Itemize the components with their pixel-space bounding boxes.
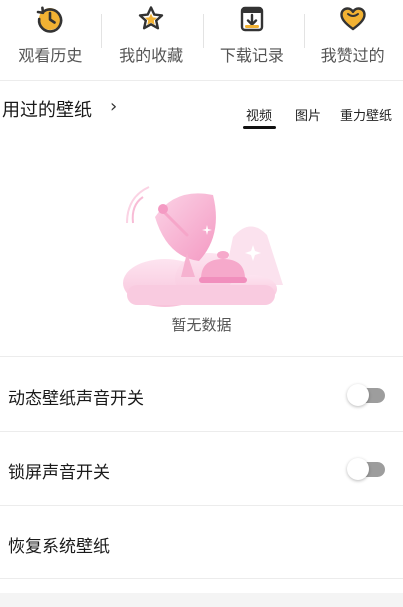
tab-video[interactable]: 视频 [246, 105, 272, 124]
tab-gravity-wallpaper[interactable]: 重力壁纸 [340, 105, 392, 124]
empty-state-illustration [105, 165, 305, 315]
favorites-label: 我的收藏 [119, 46, 184, 65]
download-records-label: 下载记录 [219, 46, 284, 65]
lock-screen-sound-label: 锁屏声音开关 [8, 463, 110, 483]
download-records-button[interactable]: 下载记录 [202, 0, 303, 80]
toggle-knob [347, 384, 369, 406]
divider [0, 80, 403, 81]
divider [0, 356, 403, 357]
wallpaper-type-tabs: 视频 图片 重力壁纸 [0, 105, 403, 135]
divider [0, 578, 403, 579]
watch-history-label: 观看历史 [18, 46, 83, 65]
heart-icon [338, 4, 368, 34]
favorites-button[interactable]: 我的收藏 [101, 0, 202, 80]
liked-button[interactable]: 我赞过的 [302, 0, 403, 80]
dynamic-wallpaper-sound-toggle[interactable] [347, 384, 385, 406]
tab-images[interactable]: 图片 [295, 105, 321, 124]
dynamic-wallpaper-sound-label: 动态壁纸声音开关 [8, 389, 144, 409]
quick-divider [101, 14, 102, 48]
divider [0, 505, 403, 506]
quick-divider [203, 14, 204, 48]
watch-history-button[interactable]: 观看历史 [0, 0, 101, 80]
divider [0, 431, 403, 432]
lock-screen-sound-toggle[interactable] [347, 458, 385, 480]
toggle-knob [347, 458, 369, 480]
history-icon [35, 4, 65, 34]
restore-system-wallpaper-button[interactable]: 恢复系统壁纸 [8, 532, 110, 557]
quick-actions-bar: 观看历史 我的收藏 下载记录 我赞过的 [0, 0, 403, 80]
bottom-spacer [0, 593, 403, 607]
empty-state-text: 暂无数据 [171, 316, 232, 334]
tab-selected-indicator [243, 126, 276, 129]
star-icon [136, 4, 166, 34]
download-box-icon [237, 4, 267, 34]
quick-divider [304, 14, 305, 48]
liked-label: 我赞过的 [320, 46, 385, 65]
